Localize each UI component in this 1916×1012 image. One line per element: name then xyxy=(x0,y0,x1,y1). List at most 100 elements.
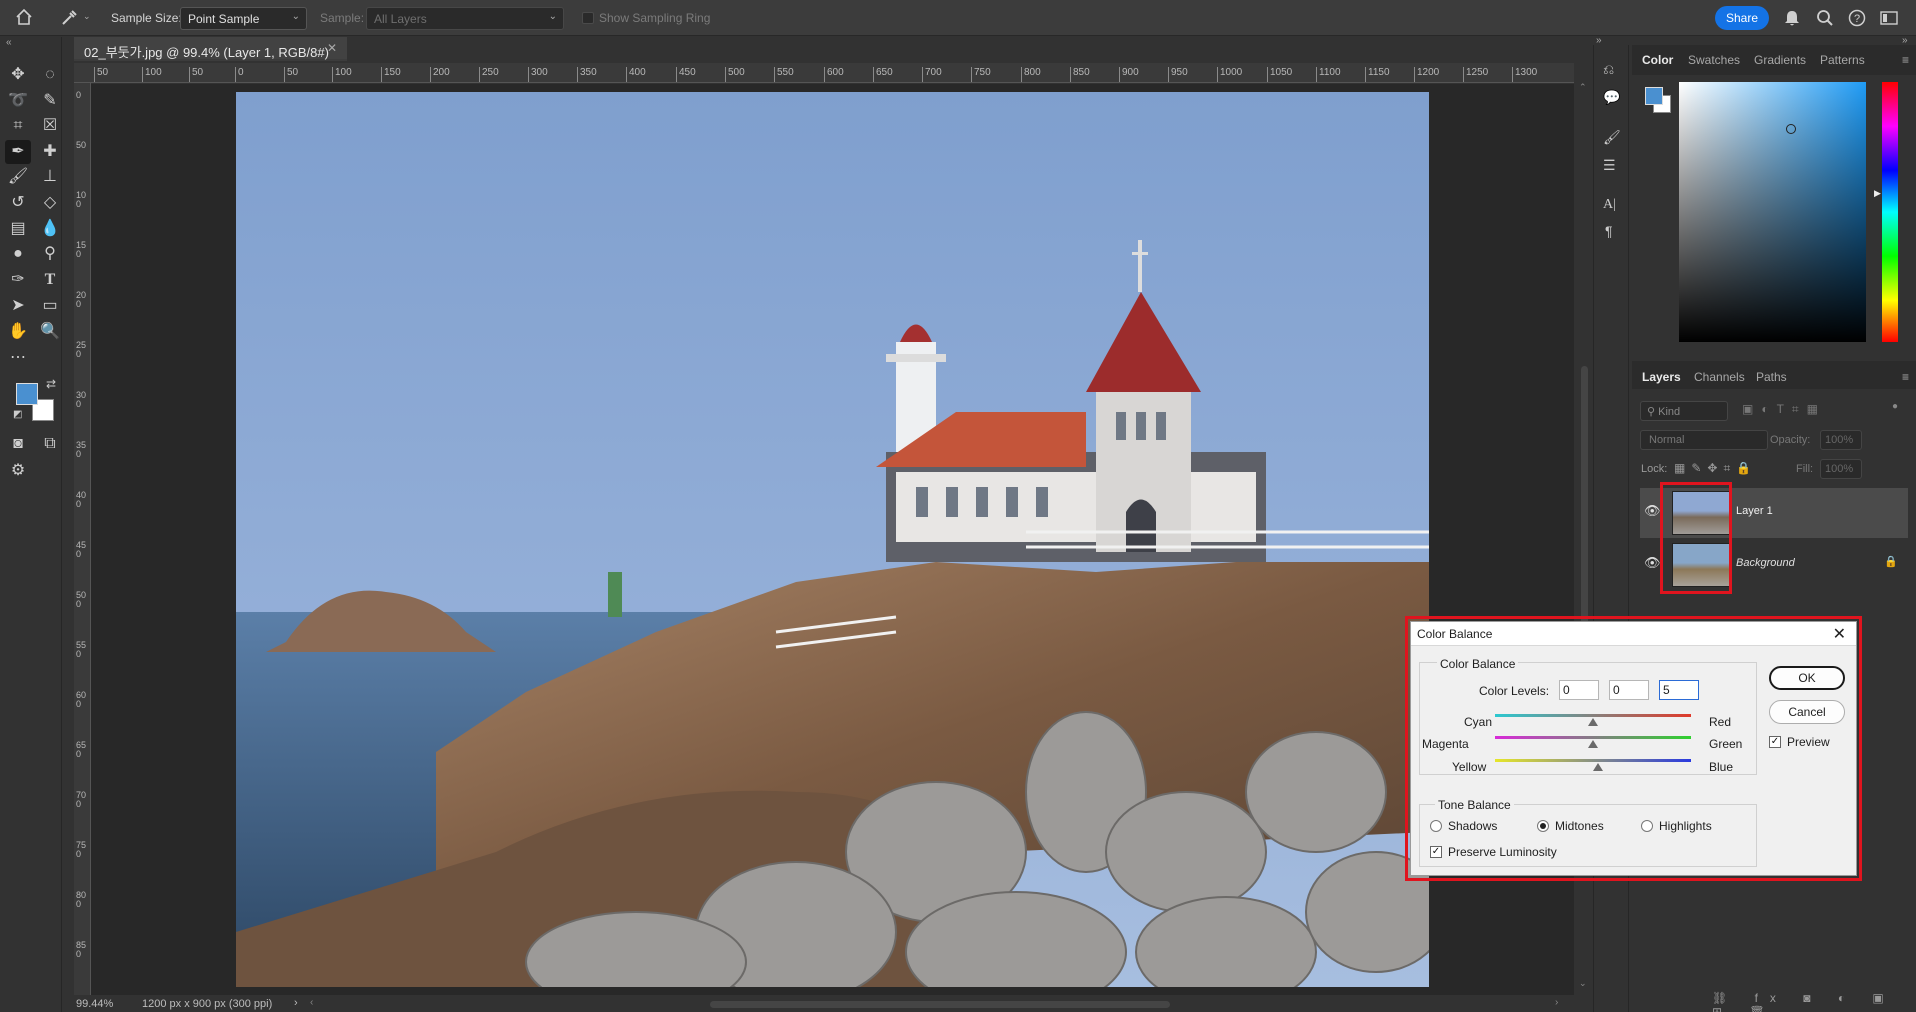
sample-value: All Layers xyxy=(374,12,427,26)
path-select-tool-icon[interactable]: ➤ xyxy=(5,294,31,318)
bell-icon[interactable] xyxy=(1784,9,1800,30)
fill-value: 100% xyxy=(1825,463,1854,475)
hue-slider-marker-icon[interactable]: ▶ xyxy=(1874,188,1881,199)
show-sampling-ring-label: Show Sampling Ring xyxy=(599,11,711,25)
sponge-tool-icon[interactable]: ⚲ xyxy=(37,242,63,266)
brush-tool-icon[interactable]: 🖌 xyxy=(5,165,31,189)
lock-icons[interactable]: ▦✎✥⌗🔒 xyxy=(1674,461,1757,476)
layer-kind-filter[interactable]: ⚲ Kind xyxy=(1640,401,1728,421)
scroll-up-icon[interactable]: ⌃ xyxy=(1579,82,1587,93)
status-menu-chevron-icon[interactable]: › xyxy=(294,997,298,1009)
paragraph-panel-icon[interactable]: ¶ xyxy=(1605,223,1613,239)
workspace-icon[interactable] xyxy=(1880,10,1898,29)
home-icon[interactable] xyxy=(14,8,36,28)
visibility-eye-icon[interactable]: 👁 xyxy=(1644,555,1661,571)
eraser-tool-icon[interactable]: ◇ xyxy=(37,191,63,215)
document-info[interactable]: 1200 px x 900 px (300 ppi) xyxy=(142,998,272,1010)
history-panel-icon[interactable]: ⎌ xyxy=(1603,61,1614,78)
layers-footer-icons[interactable]: ⛓ fx ◙ ◐ ▣ ⊞ 🗑 xyxy=(1712,991,1916,1012)
ruler-tick-label: 100 xyxy=(332,67,352,82)
tab-channels[interactable]: Channels xyxy=(1694,370,1745,384)
collapse-strip-icon[interactable]: » xyxy=(1596,35,1602,46)
close-tab-icon[interactable]: ✕ xyxy=(327,41,337,55)
screen-mode-icon[interactable]: ⧉ xyxy=(37,432,63,456)
ruler-tick-label: 0 xyxy=(235,67,244,82)
zoom-tool-icon[interactable]: 🔍 xyxy=(37,320,63,344)
zoom-level[interactable]: 99.44% xyxy=(76,998,113,1010)
move-tool-icon[interactable]: ✥ xyxy=(5,63,31,87)
color-picker-cursor[interactable] xyxy=(1786,124,1796,134)
pen-tool-icon[interactable]: ✑ xyxy=(5,268,31,292)
eyedropper-icon[interactable] xyxy=(60,9,80,27)
tab-color[interactable]: Color xyxy=(1642,53,1673,67)
rectangle-tool-icon[interactable]: ▭ xyxy=(37,294,63,318)
ruler-tick-label: 250 xyxy=(76,340,87,359)
collapse-toolbar-icon[interactable]: « xyxy=(6,37,12,48)
ruler-tick-label: 950 xyxy=(1168,67,1188,82)
healing-brush-tool-icon[interactable]: ✚ xyxy=(37,140,63,164)
color-picker-field[interactable] xyxy=(1679,82,1866,342)
ruler-tick-label: 700 xyxy=(76,790,87,809)
layer-name[interactable]: Background xyxy=(1736,557,1795,569)
foreground-color-swatch[interactable] xyxy=(16,383,38,405)
marquee-tool-icon[interactable]: ◌ xyxy=(37,63,63,87)
horizontal-scrollbar[interactable]: ‹ › xyxy=(310,997,1565,1010)
ruler-tick-label: 400 xyxy=(626,67,646,82)
layers-panel-menu-icon[interactable]: ≡ xyxy=(1902,370,1909,384)
ruler-tick-label: 200 xyxy=(76,290,87,309)
quick-select-tool-icon[interactable]: ✎ xyxy=(37,89,63,113)
default-colors-icon[interactable]: ◩ xyxy=(13,409,22,420)
sample-label: Sample: xyxy=(320,11,365,25)
brush-settings-panel-icon[interactable]: 🖌 xyxy=(1603,129,1621,146)
character-panel-icon[interactable]: A| xyxy=(1603,197,1616,213)
more-tools-icon[interactable]: ⋯ xyxy=(5,346,31,370)
document-tab[interactable]: 02_부둣가.jpg @ 99.4% (Layer 1, RGB/8#) * ✕ xyxy=(74,37,347,76)
crop-tool-icon[interactable]: ⌗ xyxy=(5,114,31,138)
clone-stamp-tool-icon[interactable]: ⊥ xyxy=(37,165,63,189)
quick-mask-icon[interactable]: ◙ xyxy=(5,432,31,456)
eyedropper-tool-icon[interactable]: ✒ xyxy=(5,140,31,164)
hand-tool-icon[interactable]: ✋ xyxy=(5,320,31,344)
blur-tool-icon[interactable]: 💧 xyxy=(37,217,63,241)
scroll-down-icon[interactable]: ⌄ xyxy=(1579,978,1587,989)
lasso-tool-icon[interactable]: ➰ xyxy=(5,89,31,113)
frame-tool-icon[interactable]: ☒ xyxy=(37,114,63,138)
adjustments-panel-icon[interactable]: ☰ xyxy=(1603,157,1616,174)
tab-patterns[interactable]: Patterns xyxy=(1820,53,1865,67)
filter-toggle-icon[interactable]: ● xyxy=(1892,401,1898,412)
color-panel-menu-icon[interactable]: ≡ xyxy=(1902,53,1909,67)
help-icon[interactable]: ? xyxy=(1848,9,1866,30)
tab-paths[interactable]: Paths xyxy=(1756,370,1787,384)
search-icon[interactable] xyxy=(1816,9,1834,30)
sample-size-value: Point Sample xyxy=(188,12,260,26)
ruler-tick-label: 500 xyxy=(725,67,745,82)
tab-layers[interactable]: Layers xyxy=(1642,370,1681,384)
comments-panel-icon[interactable]: 💬 xyxy=(1603,89,1620,106)
ruler-tick-label: 800 xyxy=(76,890,87,909)
scroll-right-icon[interactable]: › xyxy=(1555,997,1558,1008)
gradient-tool-icon[interactable]: ▤ xyxy=(5,217,31,241)
ruler-tick-label: 1150 xyxy=(1365,67,1390,82)
hue-slider[interactable] xyxy=(1882,82,1898,342)
document-image[interactable] xyxy=(236,92,1429,987)
scroll-thumb[interactable] xyxy=(710,1001,1170,1008)
dodge-tool-icon[interactable]: ● xyxy=(5,242,31,266)
swap-colors-icon[interactable]: ⇄ xyxy=(46,377,56,391)
tab-swatches[interactable]: Swatches xyxy=(1688,53,1740,67)
ruler-tick-label: 550 xyxy=(774,67,794,82)
edit-toolbar-icon[interactable]: ⚙ xyxy=(5,459,31,483)
visibility-eye-icon[interactable]: 👁 xyxy=(1644,503,1661,519)
ruler-tick-label: 100 xyxy=(142,67,162,82)
tool-preset-caret-icon[interactable]: ⌄ xyxy=(83,11,91,22)
type-tool-icon[interactable]: T xyxy=(37,268,63,292)
tab-gradients[interactable]: Gradients xyxy=(1754,53,1806,67)
scroll-left-icon[interactable]: ‹ xyxy=(310,997,313,1008)
ruler-tick-label: 250 xyxy=(479,67,499,82)
share-button[interactable]: Share xyxy=(1715,6,1769,30)
panel-foreground-swatch[interactable] xyxy=(1645,87,1663,105)
sample-size-label: Sample Size: xyxy=(111,11,182,25)
history-brush-tool-icon[interactable]: ↺ xyxy=(5,191,31,215)
layer-name[interactable]: Layer 1 xyxy=(1736,505,1773,517)
filter-icons[interactable]: ▣◐T⌗▦ xyxy=(1742,402,1826,417)
sample-size-select[interactable]: Point Sample ⌄ xyxy=(180,7,307,30)
